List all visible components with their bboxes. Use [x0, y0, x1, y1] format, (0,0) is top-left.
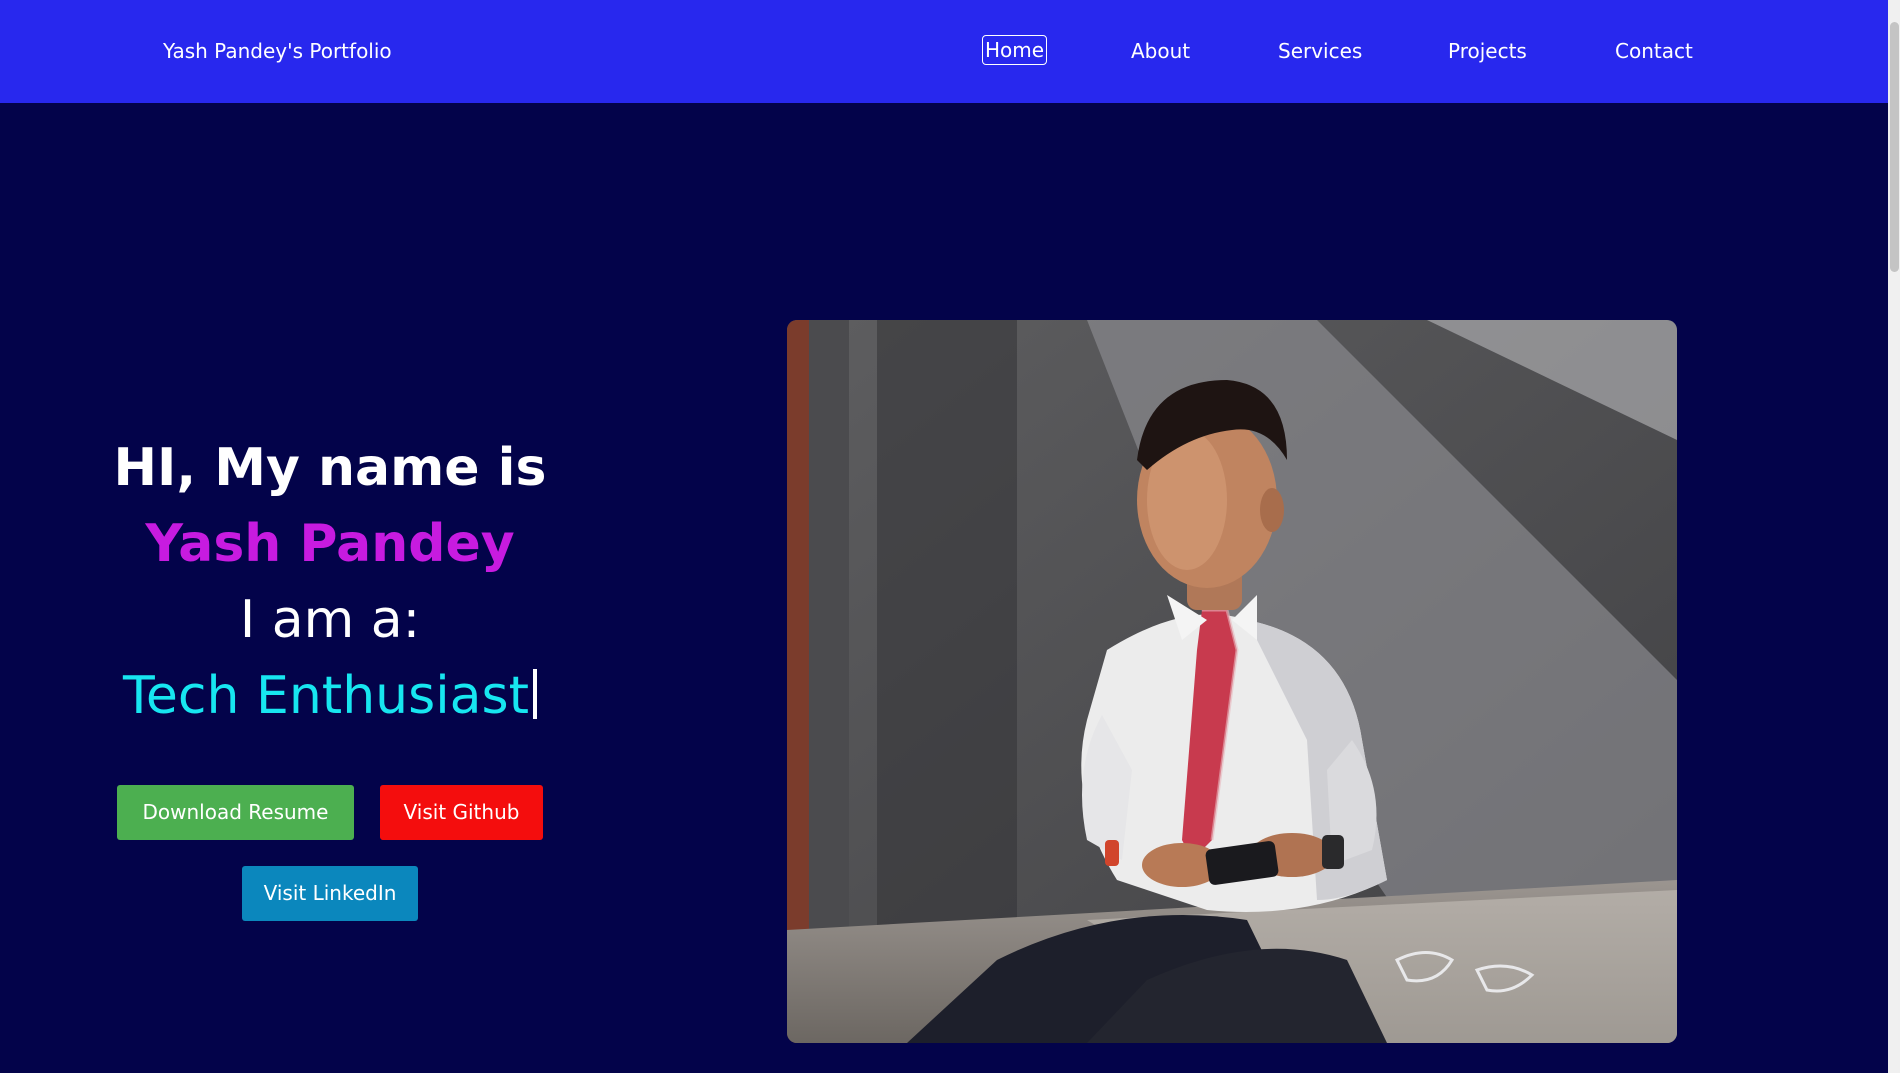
profile-photo-illustration — [787, 320, 1677, 1043]
vertical-scrollbar[interactable] — [1888, 0, 1900, 1073]
role-text: Tech Enthusiast — [123, 666, 529, 726]
page: Yash Pandey's Portfolio Home About Servi… — [0, 0, 1900, 1073]
download-resume-button[interactable]: Download Resume — [117, 785, 354, 840]
role-line: Tech Enthusiast — [0, 658, 660, 734]
nav-services[interactable]: Services — [1278, 38, 1362, 64]
nav-contact[interactable]: Contact — [1615, 38, 1693, 64]
nav-about[interactable]: About — [1131, 38, 1190, 64]
intro-text: I am a: — [239, 590, 421, 650]
visit-linkedin-button[interactable]: Visit LinkedIn — [242, 866, 418, 921]
text-cursor-icon — [533, 669, 537, 719]
navbar: Yash Pandey's Portfolio Home About Servi… — [0, 0, 1888, 103]
greeting-heading: HI, My name is — [113, 438, 547, 498]
scrollbar-thumb[interactable] — [1890, 22, 1899, 272]
nav-home[interactable]: Home — [982, 35, 1048, 65]
brand-link[interactable]: Yash Pandey's Portfolio — [163, 38, 392, 64]
nav-projects[interactable]: Projects — [1448, 38, 1527, 64]
name-heading: Yash Pandey — [145, 514, 515, 574]
hero-text: HI, My name is Yash Pandey I am a: Tech … — [0, 430, 660, 734]
profile-photo — [787, 320, 1677, 1043]
visit-github-button[interactable]: Visit Github — [380, 785, 543, 840]
